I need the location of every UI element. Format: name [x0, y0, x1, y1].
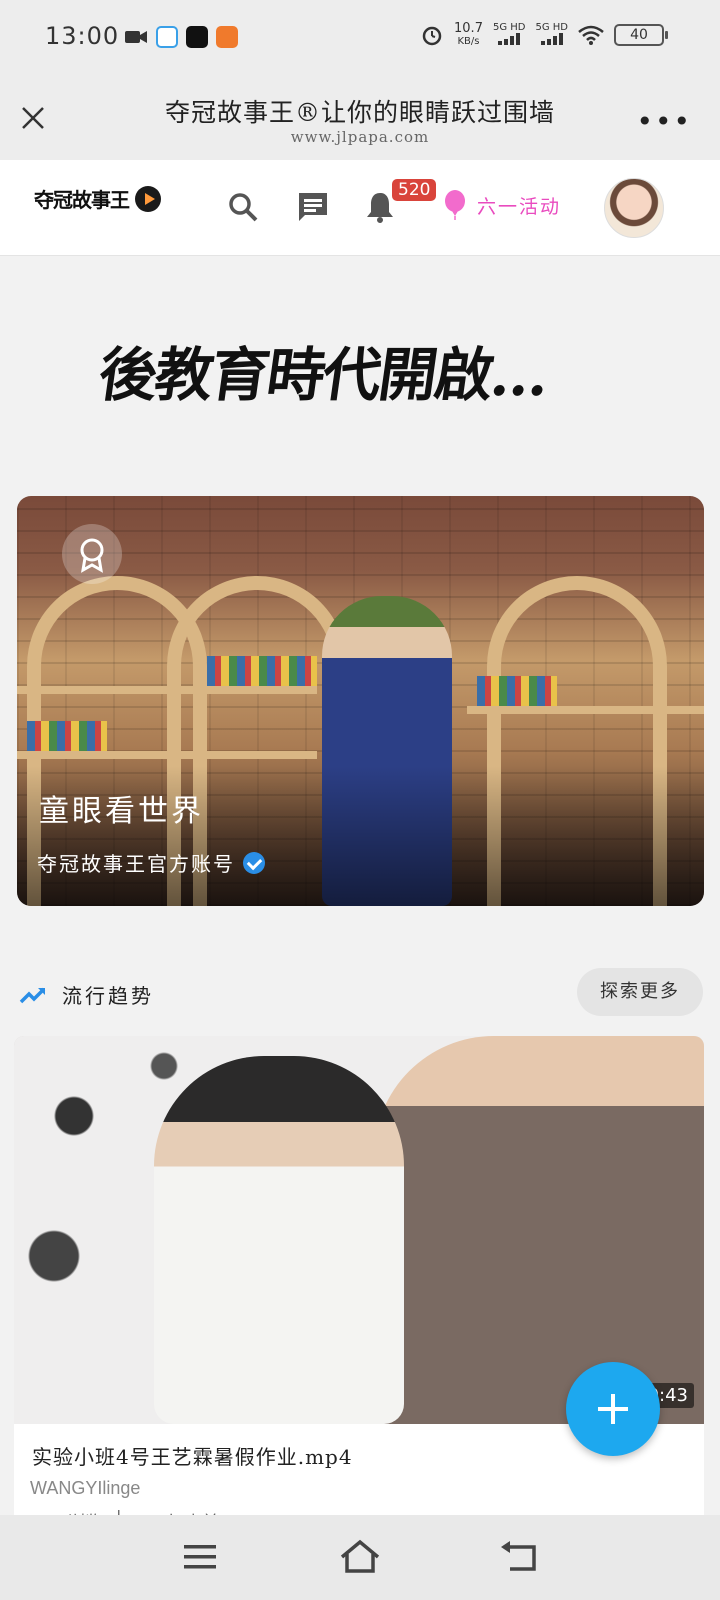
page-url: www.jlpapa.com	[290, 128, 430, 146]
signal-icon	[540, 33, 563, 45]
balloon-icon	[445, 190, 465, 220]
browser-page: 13:00 10.7 KB/s 5G HD 5G HD 40 夺冠故事王®让你的…	[0, 0, 720, 1600]
featured-author-name: 夺冠故事王官方账号	[37, 852, 235, 876]
activity-label: 六一活动	[477, 195, 562, 218]
app-header: 夺冠故事王 520 六一活动	[0, 160, 720, 256]
featured-author[interactable]: 夺冠故事王官方账号	[37, 848, 265, 877]
tiktok-app-icon	[186, 26, 208, 48]
status-right: 10.7 KB/s 5G HD 5G HD 40	[420, 22, 668, 48]
more-menu-button[interactable]: •••	[636, 105, 692, 138]
featured-image-shelf	[467, 706, 704, 714]
sim2-label: 5G HD	[535, 22, 568, 33]
wifi-icon	[578, 25, 604, 45]
signal-sim1: 5G HD	[492, 22, 526, 48]
activity-link[interactable]: 六一活动	[443, 190, 561, 220]
system-nav-bar	[0, 1515, 720, 1600]
award-icon	[80, 538, 104, 573]
featured-image-books	[207, 656, 317, 686]
status-bar: 13:00 10.7 KB/s 5G HD 5G HD 40	[0, 0, 720, 75]
search-icon[interactable]	[226, 190, 260, 224]
video-title[interactable]: 实验小班4号王艺霖暑假作业.mp4	[32, 1441, 353, 1470]
back-icon[interactable]	[498, 1535, 542, 1579]
logo-text: 夺冠故事王	[34, 188, 130, 212]
featured-title: 童眼看世界	[39, 794, 204, 829]
cloud-app-icon	[156, 26, 178, 48]
page-title: 夺冠故事王®让你的眼睛跃过围墙	[164, 98, 555, 127]
net-speed-unit: KB/s	[457, 36, 480, 47]
add-button[interactable]	[566, 1362, 660, 1456]
user-avatar[interactable]	[604, 178, 664, 238]
featured-card[interactable]: 童眼看世界 夺冠故事王官方账号	[17, 496, 704, 906]
notification-badge: 520	[392, 179, 437, 201]
award-badge	[62, 524, 122, 584]
menu-icon[interactable]	[178, 1535, 222, 1579]
featured-image-books	[27, 721, 107, 751]
browser-title-bar: 夺冠故事王®让你的眼睛跃过围墙 www.jlpapa.com •••	[0, 75, 720, 160]
explore-more-button[interactable]: 探索更多	[577, 968, 703, 1016]
signal-sim2: 5G HD	[535, 22, 568, 48]
featured-image-shelf	[17, 751, 317, 759]
video-author[interactable]: WANGYIlinge	[30, 1478, 140, 1499]
trending-label: 流行趋势	[62, 984, 154, 1008]
trending-up-icon	[19, 987, 46, 1004]
home-icon[interactable]	[338, 1535, 382, 1579]
featured-image-shelf	[17, 686, 317, 694]
message-icon[interactable]	[296, 190, 330, 224]
net-speed-value: 10.7	[454, 21, 483, 36]
status-app-icons	[124, 26, 238, 48]
site-logo[interactable]: 夺冠故事王	[34, 184, 161, 213]
net-speed: 10.7 KB/s	[454, 22, 483, 48]
trending-section-header: 流行趋势 探索更多	[0, 968, 720, 1024]
banner-calligraphy: 後教育時代開啟…	[94, 341, 553, 409]
signal-icon	[498, 33, 521, 45]
battery-indicator: 40	[614, 24, 668, 46]
verified-icon	[243, 851, 265, 874]
video-thumbnail-adult	[374, 1036, 704, 1424]
sim1-label: 5G HD	[492, 22, 526, 33]
video-camera-icon	[125, 31, 147, 43]
alarm-icon	[422, 26, 442, 46]
logo-play-icon	[135, 185, 161, 212]
calligraphy-banner: 後教育時代開啟…	[0, 258, 720, 464]
featured-image-books	[477, 676, 557, 706]
video-thumbnail-child	[154, 1056, 404, 1424]
status-time: 13:00	[45, 22, 120, 50]
orange-app-icon	[216, 26, 238, 48]
